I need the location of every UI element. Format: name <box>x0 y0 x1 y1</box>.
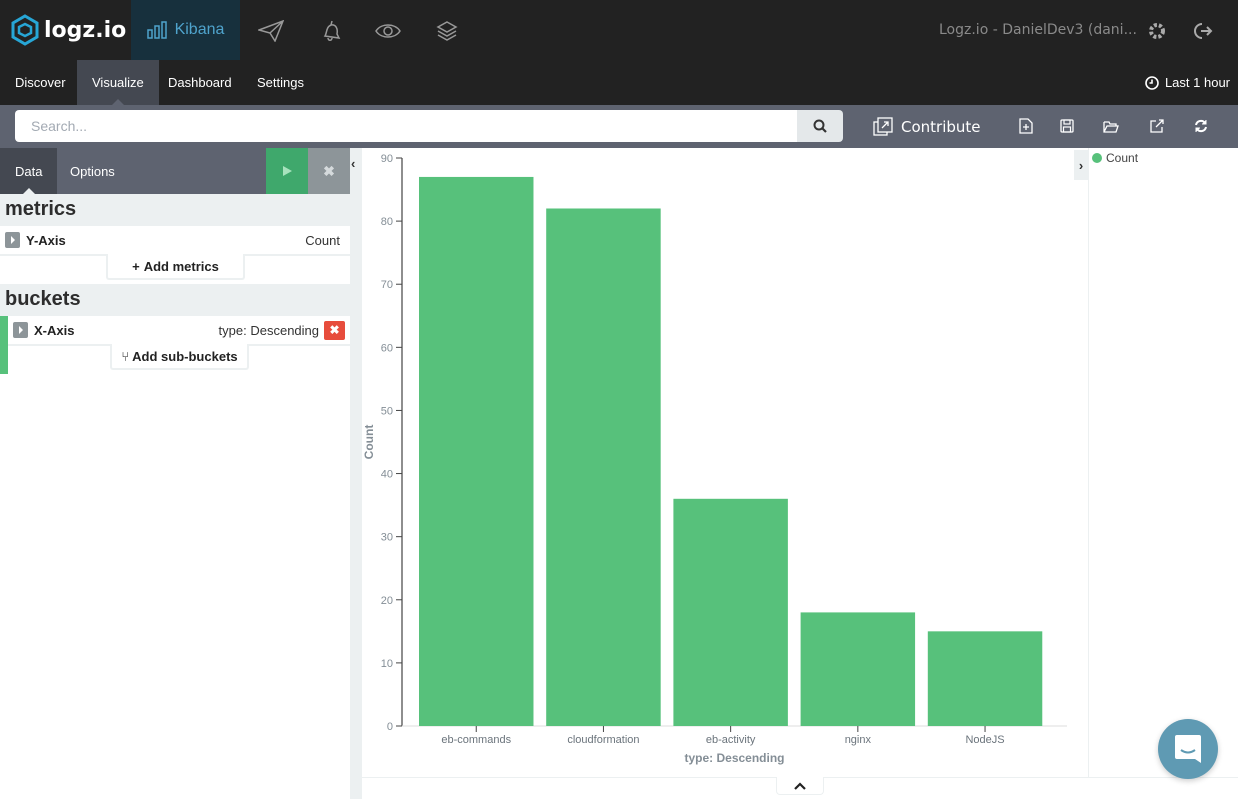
caret-right-icon[interactable] <box>13 322 28 338</box>
bucket-indicator <box>0 316 8 374</box>
legend-dot <box>1092 153 1102 163</box>
discard-changes-button[interactable]: ✖ <box>308 148 350 194</box>
y-tick-label: 0 <box>387 721 393 733</box>
vis-editor-sidebar: Data Options ✖ metrics Y-Axis Count + Ad… <box>0 148 350 799</box>
x-axis-title: type: Descending <box>684 751 784 765</box>
y-tick-label: 10 <box>381 658 393 670</box>
metric-agg-title: Y-Axis <box>26 232 66 248</box>
refresh-icon[interactable] <box>1192 117 1210 135</box>
x-tick-label: nginx <box>845 734 872 746</box>
bucket-agg-description: type: Descending <box>218 322 319 338</box>
chat-icon <box>1175 735 1201 763</box>
new-visualization-icon[interactable] <box>1017 117 1035 135</box>
kibana-tab[interactable]: Kibana <box>131 0 240 60</box>
search-input[interactable] <box>15 110 797 142</box>
metric-agg-y-axis[interactable]: Y-Axis Count <box>0 226 350 254</box>
chevron-up-icon <box>794 781 806 790</box>
plus-icon: + <box>132 258 140 274</box>
contribute-label: Contribute <box>901 118 981 136</box>
bar-nginx[interactable] <box>800 612 916 726</box>
bell-icon[interactable] <box>318 18 344 44</box>
gear-icon[interactable] <box>1144 18 1170 44</box>
close-icon: ✖ <box>329 323 340 337</box>
y-tick-label: 90 <box>381 153 393 165</box>
nav-settings[interactable]: Settings <box>242 60 319 105</box>
bucket-agg-x-axis[interactable]: X-Axis type: Descending ✖ <box>8 316 350 344</box>
add-metrics-button[interactable]: + Add metrics <box>106 254 245 280</box>
kibana-nav: Discover Visualize Dashboard Settings La… <box>0 60 1238 105</box>
close-icon: ✖ <box>323 162 335 179</box>
bar-chart: 0 10 20 30 40 50 60 70 80 90 eb-commands cloudforma… <box>362 153 1067 765</box>
add-metrics-label: Add metrics <box>143 258 219 274</box>
time-picker[interactable]: Last 1 hour <box>1145 60 1230 105</box>
metric-agg-description: Count <box>305 232 340 248</box>
contribute-button[interactable]: Contribute <box>873 115 981 139</box>
open-folder-icon[interactable] <box>1102 117 1120 135</box>
bar-eb-commands[interactable] <box>419 176 534 726</box>
y-tick-label: 20 <box>381 595 393 607</box>
logo[interactable]: logz.io <box>10 14 126 46</box>
nav-dashboard[interactable]: Dashboard <box>153 60 247 105</box>
y-tick-label: 60 <box>381 342 393 354</box>
y-tick-label: 50 <box>381 405 393 417</box>
kibana-label: Kibana <box>174 21 225 38</box>
layers-icon[interactable] <box>434 18 460 44</box>
save-icon[interactable] <box>1058 117 1076 135</box>
spy-toggle-button[interactable] <box>776 777 824 795</box>
legend-divider <box>1088 148 1089 778</box>
branch-icon: ⑂ <box>121 348 130 364</box>
bar-chart-icon <box>146 21 167 39</box>
search-button[interactable] <box>797 110 843 142</box>
nav-discover[interactable]: Discover <box>0 60 81 105</box>
x-tick-label: eb-commands <box>441 734 511 746</box>
y-tick-label: 80 <box>381 216 393 228</box>
sidebar-tabs: Data Options ✖ <box>0 148 350 194</box>
contribute-icon <box>873 117 893 136</box>
share-icon[interactable] <box>1148 117 1166 135</box>
bar-NodeJS[interactable] <box>927 631 1043 726</box>
sidebar-collapse-strip[interactable] <box>350 148 362 799</box>
remove-bucket-button[interactable]: ✖ <box>324 320 345 340</box>
query-bar: Contribute <box>0 105 1238 148</box>
eye-icon[interactable] <box>375 18 401 44</box>
x-tick-label: cloudformation <box>567 734 639 746</box>
alerts-paper-plane-icon[interactable] <box>258 18 284 44</box>
legend-toggle-chevron-right-icon[interactable]: › <box>1074 150 1088 180</box>
bar-cloudformation[interactable] <box>546 208 661 726</box>
y-axis-title: Count <box>362 425 376 460</box>
legend-label: Count <box>1106 151 1139 165</box>
y-tick-label: 40 <box>381 469 393 481</box>
y-tick-label: 30 <box>381 532 393 544</box>
chat-launcher-button[interactable] <box>1158 719 1218 779</box>
play-icon <box>283 166 292 176</box>
bucket-agg-title: X-Axis <box>34 322 75 338</box>
chevron-left-icon[interactable]: ‹ <box>351 156 355 171</box>
legend-item-count[interactable]: Count <box>1092 151 1138 165</box>
x-tick-label: NodeJS <box>965 734 1004 746</box>
tab-data[interactable]: Data <box>0 148 58 194</box>
time-range-label: Last 1 hour <box>1164 75 1230 90</box>
x-tick-label: eb-activity <box>706 734 756 746</box>
bar-eb-activity[interactable] <box>673 498 788 726</box>
nav-visualize[interactable]: Visualize <box>77 60 159 105</box>
search-icon <box>813 119 827 133</box>
account-label[interactable]: Logz.io - DanielDev3 (dani... <box>939 22 1137 38</box>
clock-icon <box>1145 75 1159 90</box>
add-sub-buckets-button[interactable]: ⑂ Add sub-buckets <box>110 344 249 370</box>
chart-container: 0 10 20 30 40 50 60 70 80 90 eb-commands cloudforma… <box>362 148 1088 778</box>
brand-name: logz.io <box>44 17 127 43</box>
logz-cube-icon <box>11 14 39 46</box>
tab-options[interactable]: Options <box>55 148 130 194</box>
apply-changes-button[interactable] <box>266 148 308 194</box>
add-sub-buckets-label: Add sub-buckets <box>132 348 238 364</box>
logout-icon[interactable] <box>1190 18 1216 44</box>
buckets-heading: buckets <box>0 284 350 316</box>
metrics-heading: metrics <box>0 194 350 226</box>
caret-right-icon[interactable] <box>5 232 20 248</box>
y-tick-label: 70 <box>381 279 393 291</box>
top-bar: logz.io Kibana Logz.io - DanielDev3 (dan… <box>0 0 1238 60</box>
